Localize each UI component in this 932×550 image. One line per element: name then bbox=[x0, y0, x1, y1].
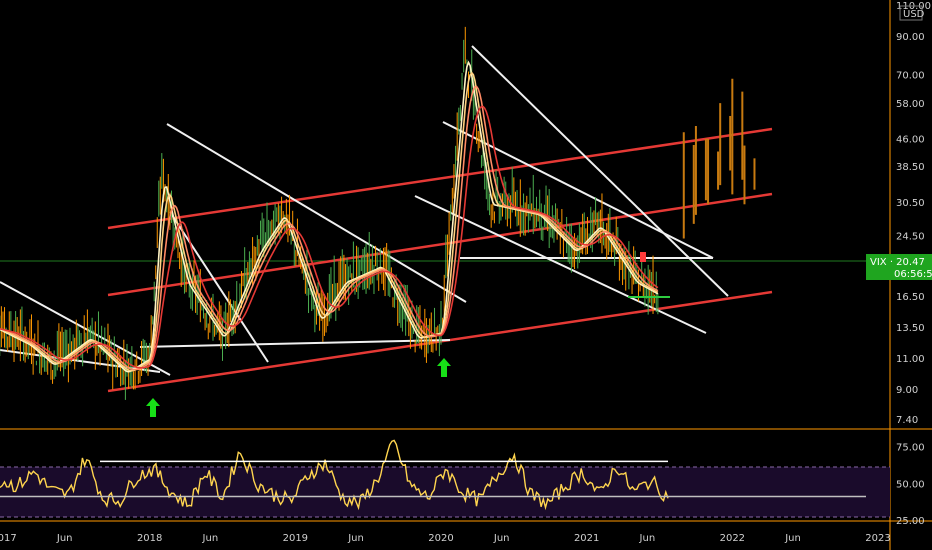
time-tick-label: 2023 bbox=[865, 533, 890, 544]
time-tick-label: Jun bbox=[639, 533, 656, 544]
red-channel bbox=[107, 127, 773, 393]
price-tick-label: 16.50 bbox=[896, 292, 925, 303]
projection-bars bbox=[682, 78, 756, 239]
red-channel-upper bbox=[107, 127, 773, 230]
time-tick-label: 2020 bbox=[428, 533, 453, 544]
price-tick-label: 9.00 bbox=[896, 385, 918, 396]
price-tick-label: 30.50 bbox=[896, 198, 925, 209]
time-tick-label: 2019 bbox=[283, 533, 308, 544]
chart-canvas: 110.0090.0070.0058.0046.0038.5030.5024.5… bbox=[0, 0, 932, 550]
currency-label: USD bbox=[903, 9, 925, 20]
last-price-label: VIX · 20.47 bbox=[870, 257, 925, 268]
time-tick-label: 2022 bbox=[720, 533, 745, 544]
oscillator-band bbox=[0, 467, 890, 517]
time-axis-ticks: 2017 Jun 2018 Jun 2019 Jun 2020 Jun 2021 Jun 2022 J… bbox=[0, 533, 891, 544]
green-up-arrow-2020 bbox=[437, 358, 451, 377]
oscillator-tick-label: 75.00 bbox=[896, 443, 925, 454]
time-tick-label: 2017 bbox=[0, 533, 17, 544]
oscillator-axis-ticks: 75.00 50.00 25.00 bbox=[896, 443, 925, 527]
price-tick-label: 58.00 bbox=[896, 99, 925, 110]
price-tick-label: 38.50 bbox=[896, 162, 925, 173]
last-price-tag: VIX · 20.47 06:56:51 bbox=[866, 254, 932, 280]
price-tick-label: 7.40 bbox=[896, 415, 918, 426]
oscillator-tick-label: 50.00 bbox=[896, 479, 925, 490]
time-tick-label: Jun bbox=[784, 533, 801, 544]
oscillator-tick-label: 25.00 bbox=[896, 516, 925, 527]
price-tick-label: 24.50 bbox=[896, 231, 925, 242]
time-tick-label: Jun bbox=[202, 533, 219, 544]
price-axis-ticks: 110.0090.0070.0058.0046.0038.5030.5024.5… bbox=[896, 1, 931, 426]
price-tick-label: 11.00 bbox=[896, 354, 925, 365]
time-tick-label: 2018 bbox=[137, 533, 162, 544]
price-tick-label: 70.00 bbox=[896, 70, 925, 81]
price-tick-label: 13.50 bbox=[896, 323, 925, 334]
white-trendlines bbox=[0, 45, 729, 376]
last-price-countdown: 06:56:51 bbox=[894, 269, 932, 280]
green-up-arrow-2018 bbox=[146, 398, 160, 417]
price-tick-label: 46.00 bbox=[896, 135, 925, 146]
time-tick-label: Jun bbox=[56, 533, 73, 544]
time-tick-label: 2021 bbox=[574, 533, 599, 544]
time-tick-label: Jun bbox=[493, 533, 510, 544]
red-channel-middle bbox=[107, 192, 773, 297]
price-tick-label: 90.00 bbox=[896, 32, 925, 43]
red-channel-lower bbox=[107, 290, 773, 393]
time-tick-label: Jun bbox=[347, 533, 364, 544]
red-down-marker bbox=[640, 252, 646, 262]
